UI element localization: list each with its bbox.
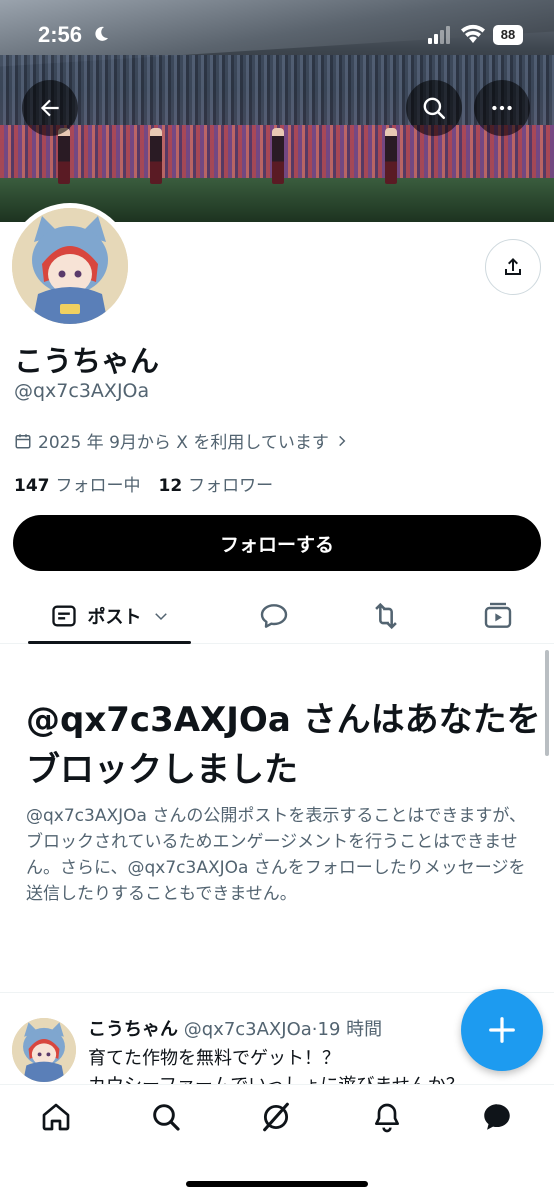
post-time: 19 時間	[317, 1019, 383, 1040]
tab-media[interactable]	[470, 588, 526, 644]
followers-count: 12	[158, 476, 183, 496]
home-indicator[interactable]	[186, 1181, 368, 1187]
avatar-illustration	[12, 208, 128, 324]
following-label: フォロー中	[55, 476, 141, 496]
media-icon	[484, 602, 512, 628]
block-notice-title: @qx7c3AXJOa さんはあなたをブロックしました	[26, 700, 541, 790]
more-icon	[492, 105, 512, 111]
post-text-line2: カウシーファームでいっしょに遊びませんか？	[88, 1072, 528, 1084]
divider	[0, 992, 554, 993]
nav-grok[interactable]	[256, 1097, 296, 1137]
grok-icon	[263, 1102, 289, 1132]
profile-name: こうちゃん	[14, 344, 160, 378]
signal-icon	[428, 26, 450, 44]
nav-messages[interactable]	[477, 1097, 517, 1137]
compose-button[interactable]	[461, 989, 543, 1071]
following-count: 147	[14, 476, 50, 496]
banner-player	[385, 128, 397, 184]
joined-text: 2025 年 9月から X を利用しています	[38, 433, 329, 453]
profile-handle: @qx7c3AXJOa	[14, 380, 150, 402]
reply-icon	[260, 604, 288, 628]
banner-player	[272, 128, 284, 184]
notifications-icon	[375, 1103, 399, 1133]
following-link[interactable]: 147 フォロー中	[14, 471, 141, 496]
wifi-icon	[461, 24, 485, 43]
tab-reposts[interactable]	[358, 588, 414, 644]
avatar-image	[12, 208, 128, 324]
profile-tabs: ポスト	[0, 588, 554, 644]
search-icon	[423, 97, 446, 120]
home-icon	[42, 1103, 70, 1131]
calendar-icon	[15, 433, 31, 448]
post-avatar-illustration	[12, 1018, 76, 1082]
follow-button[interactable]: フォローする	[13, 515, 541, 571]
search-button[interactable]	[406, 80, 462, 136]
messages-icon	[484, 1104, 510, 1130]
banner-player	[58, 128, 70, 184]
nav-notifications[interactable]	[367, 1097, 407, 1137]
explore-icon	[153, 1104, 180, 1131]
back-arrow-icon	[40, 99, 59, 117]
block-notice-body: @qx7c3AXJOa さんの公開ポストを表示することはできますが、ブロックされ…	[26, 806, 526, 904]
chevron-right-icon	[338, 435, 346, 446]
status-bar: 2:56 88	[0, 0, 554, 70]
followers-label: フォロワー	[188, 476, 274, 496]
more-button[interactable]	[474, 80, 530, 136]
nav-home[interactable]	[36, 1097, 76, 1137]
plus-icon	[489, 1017, 515, 1043]
share-icon	[505, 258, 521, 275]
post-handle: @qx7c3AXJOa	[183, 1019, 312, 1040]
share-profile-button[interactable]	[485, 239, 541, 295]
followers-link[interactable]: 12 フォロワー	[159, 471, 274, 496]
joined-date[interactable]: 2025 年 9月から X を利用しています	[14, 428, 349, 453]
post-avatar[interactable]	[12, 1018, 76, 1082]
back-button[interactable]	[22, 80, 78, 136]
posts-icon	[51, 605, 76, 627]
status-time: 2:56	[38, 22, 83, 47]
active-tab-indicator	[28, 641, 191, 644]
follow-stats: 147 フォロー中 12 フォロワー	[14, 471, 273, 496]
moon-icon	[95, 26, 108, 41]
banner-player	[150, 128, 162, 184]
profile-avatar[interactable]	[7, 203, 133, 329]
post-header[interactable]: こうちゃん @qx7c3AXJOa·19 時間	[88, 1015, 382, 1041]
tab-replies[interactable]	[246, 588, 302, 644]
chevron-down-icon	[154, 613, 167, 621]
post-author: こうちゃん	[88, 1019, 178, 1040]
nav-explore[interactable]	[146, 1097, 186, 1137]
tab-posts-label: ポスト	[87, 607, 142, 628]
battery-level: 88	[493, 25, 523, 45]
tab-posts[interactable]: ポスト	[28, 588, 191, 644]
repost-icon	[375, 602, 397, 630]
